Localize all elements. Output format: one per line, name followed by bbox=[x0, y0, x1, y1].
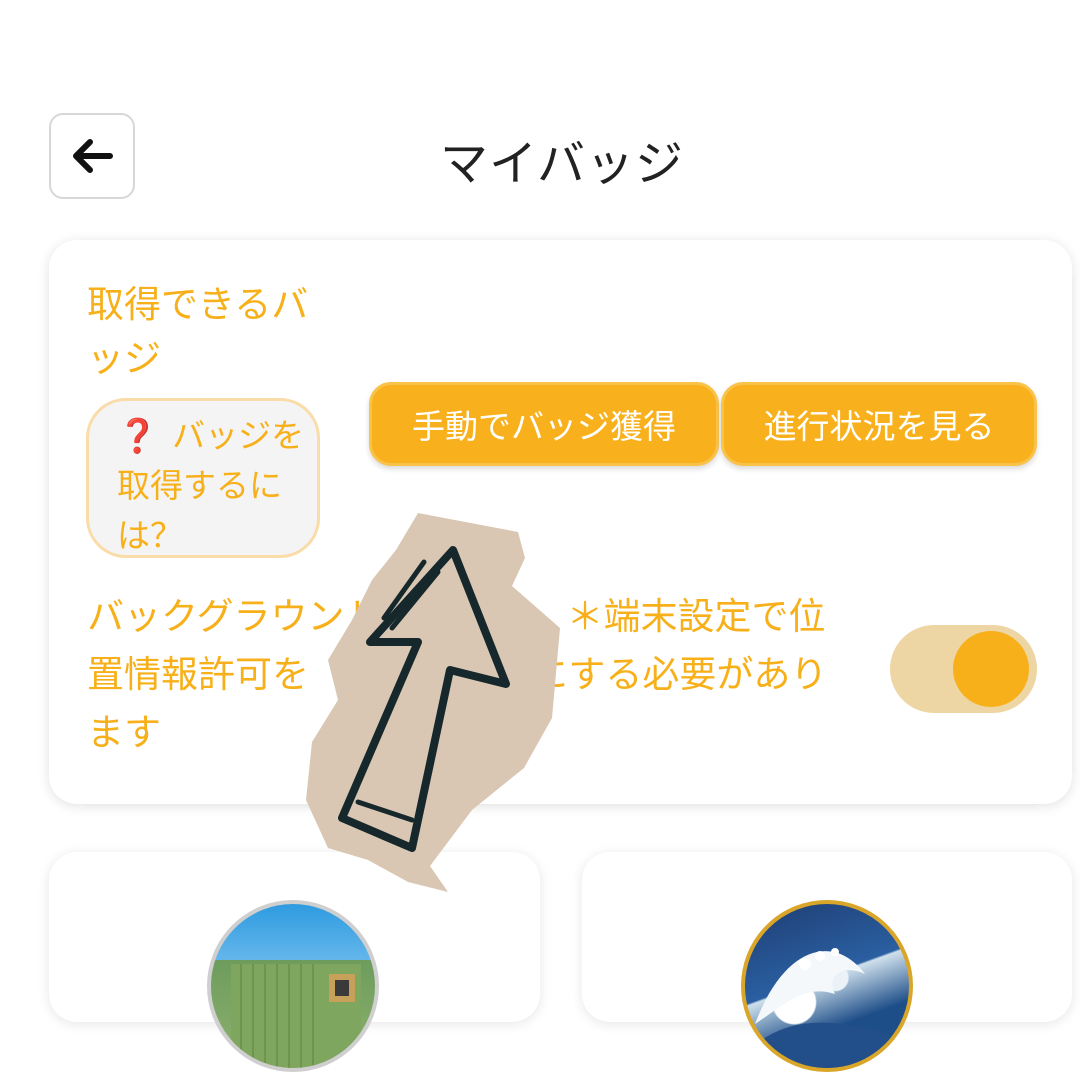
toggle-knob bbox=[953, 631, 1029, 707]
question-icon: ❓ bbox=[117, 416, 159, 455]
badge-card[interactable] bbox=[49, 852, 540, 1072]
badge-image bbox=[741, 900, 913, 1072]
page-title: マイバッジ bbox=[439, 136, 685, 192]
background-location-toggle[interactable] bbox=[890, 625, 1037, 713]
badge-card[interactable] bbox=[582, 852, 1072, 1072]
badge-image bbox=[207, 900, 379, 1072]
view-progress-button[interactable]: 進行状況を見る bbox=[721, 382, 1037, 466]
how-to-get-badge-button[interactable]: ❓ バッジを取得するには？ bbox=[86, 398, 320, 558]
available-badges-card: 取得できるバッジ ❓ バッジを取得するには？ 手動でバッジ獲得 進行状況を見る バ… bbox=[49, 240, 1072, 804]
background-location-text: バックグラウンド ＊端末設定で位置情報許可を「常に許可」にする必要があります bbox=[87, 595, 828, 754]
manual-badge-button[interactable]: 手動でバッジ獲得 bbox=[369, 382, 719, 466]
card-title: 取得できるバッジ bbox=[87, 283, 309, 380]
